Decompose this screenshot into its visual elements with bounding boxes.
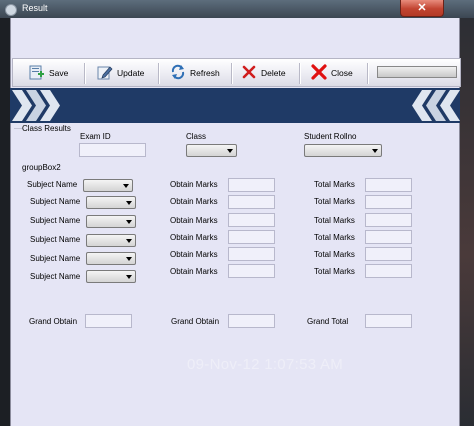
total-marks-field[interactable]: [365, 195, 412, 209]
subject-name-label: Subject Name: [30, 216, 81, 225]
toolbar-separator: [367, 63, 369, 84]
obtain-marks-label: Obtain Marks: [170, 180, 218, 189]
app-icon: [5, 4, 17, 16]
toolbar: Save Update Refresh Delete Close: [12, 58, 461, 87]
exam-id-field[interactable]: [79, 143, 146, 157]
obtain-marks-field[interactable]: [228, 213, 275, 227]
obtain-marks-label: Obtain Marks: [170, 233, 218, 242]
obtain-marks-field[interactable]: [228, 195, 275, 209]
refresh-label: Refresh: [190, 68, 220, 78]
class-results-title: Class Results: [22, 124, 71, 133]
total-marks-label: Total Marks: [314, 250, 355, 259]
progress-bar: [377, 66, 457, 78]
toolbar-separator: [231, 63, 233, 84]
subject-name-dropdown[interactable]: [86, 252, 136, 265]
chevron-down-icon: [123, 184, 129, 188]
desktop-background-right: [460, 0, 474, 426]
chevron-down-icon: [126, 220, 132, 224]
obtain-marks-field[interactable]: [228, 264, 275, 278]
total-marks-field[interactable]: [365, 230, 412, 244]
title-bar[interactable]: Result ✕: [0, 0, 474, 18]
total-marks-field[interactable]: [365, 264, 412, 278]
class-dropdown[interactable]: [186, 144, 237, 157]
delete-label: Delete: [261, 68, 286, 78]
exam-id-label: Exam ID: [80, 132, 111, 141]
groupbox-border: [14, 128, 22, 129]
window-close-button[interactable]: ✕: [400, 0, 444, 17]
delete-x-icon: [242, 65, 256, 79]
subject-name-dropdown[interactable]: [83, 179, 133, 192]
datetime-label: 09-Nov-12 1:07:53 AM: [187, 356, 344, 373]
delete-button[interactable]: Delete: [241, 63, 289, 83]
refresh-button[interactable]: Refresh: [170, 63, 222, 83]
refresh-icon: [171, 64, 185, 80]
save-label: Save: [49, 68, 69, 78]
chevron-right-icon: [12, 90, 60, 121]
obtain-marks-label: Obtain Marks: [170, 197, 218, 206]
toolbar-separator: [158, 63, 160, 84]
student-rollno-label: Student Rollno: [304, 132, 357, 141]
chevron-down-icon: [126, 201, 132, 205]
chevron-down-icon: [227, 149, 233, 153]
subject-name-dropdown[interactable]: [86, 215, 136, 228]
subject-name-label: Subject Name: [30, 235, 81, 244]
total-marks-field[interactable]: [365, 247, 412, 261]
student-rollno-dropdown[interactable]: [304, 144, 382, 157]
total-marks-field[interactable]: [365, 178, 412, 192]
obtain-marks-label: Obtain Marks: [170, 216, 218, 225]
chevron-left-icon: [412, 90, 460, 121]
grand-obtain-field[interactable]: [85, 314, 132, 328]
edit-icon: [97, 66, 113, 80]
update-button[interactable]: Update: [97, 63, 149, 83]
total-marks-label: Total Marks: [314, 197, 355, 206]
update-label: Update: [117, 68, 145, 78]
class-label: Class: [186, 132, 207, 141]
total-marks-field[interactable]: [365, 213, 412, 227]
chevron-down-icon: [126, 239, 132, 243]
total-marks-label: Total Marks: [314, 180, 355, 189]
subject-name-label: Subject Name: [30, 272, 81, 281]
subject-name-dropdown[interactable]: [86, 270, 136, 283]
subject-name-dropdown[interactable]: [86, 234, 136, 247]
grand-total-label: Grand Total: [307, 317, 349, 326]
subject-name-label: Subject Name: [27, 180, 78, 189]
groupbox2-title: groupBox2: [22, 163, 61, 172]
chevron-down-icon: [372, 149, 378, 153]
grand-total-field[interactable]: [365, 314, 412, 328]
total-marks-label: Total Marks: [314, 233, 355, 242]
toolbar-separator: [299, 63, 301, 84]
subject-name-dropdown[interactable]: [86, 196, 136, 209]
save-plus-icon: [29, 65, 44, 80]
grand-obtain-field-2[interactable]: [228, 314, 275, 328]
chevron-down-icon: [126, 257, 132, 261]
subject-name-label: Subject Name: [30, 197, 81, 206]
close-x-icon: [311, 64, 327, 80]
desktop-background-left: [0, 0, 10, 426]
obtain-marks-label: Obtain Marks: [170, 267, 218, 276]
header-banner: [10, 88, 460, 123]
total-marks-label: Total Marks: [314, 216, 355, 225]
obtain-marks-label: Obtain Marks: [170, 250, 218, 259]
obtain-marks-field[interactable]: [228, 230, 275, 244]
grand-obtain-label: Grand Obtain: [171, 317, 220, 326]
obtain-marks-field[interactable]: [228, 178, 275, 192]
subject-name-label: Subject Name: [30, 254, 81, 263]
chevron-down-icon: [126, 275, 132, 279]
grand-obtain-label: Grand Obtain: [29, 317, 78, 326]
toolbar-separator: [84, 63, 86, 84]
close-label: Close: [331, 68, 353, 78]
total-marks-label: Total Marks: [314, 267, 355, 276]
window-title: Result: [22, 3, 48, 13]
close-button[interactable]: Close: [311, 63, 357, 83]
obtain-marks-field[interactable]: [228, 247, 275, 261]
save-button[interactable]: Save: [29, 63, 73, 83]
